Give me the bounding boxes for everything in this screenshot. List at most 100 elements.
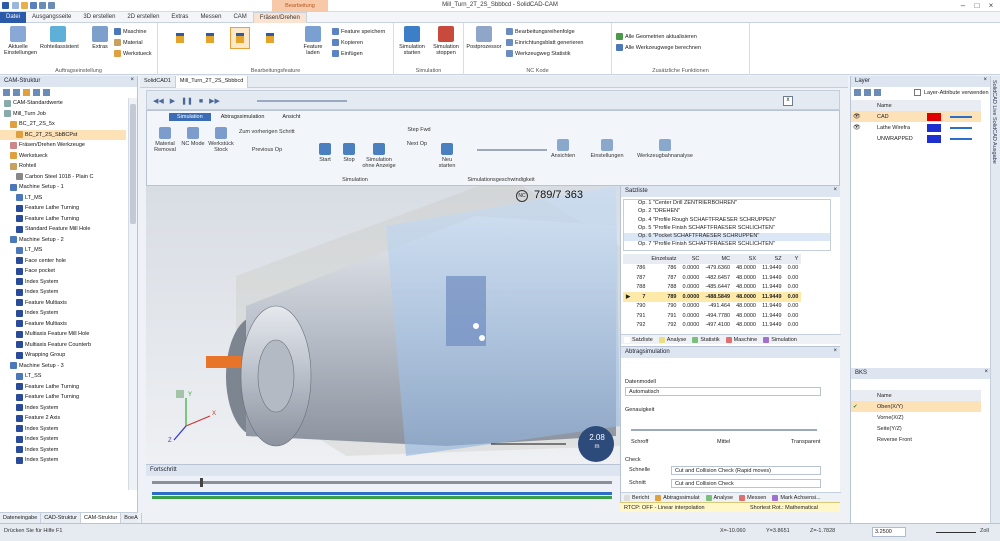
abtrag-tab[interactable]: Analyse: [703, 494, 737, 502]
tree-item[interactable]: Mill_Turn Job: [0, 109, 126, 120]
progress-track[interactable]: [152, 481, 612, 484]
table-row[interactable]: ▶ 7 789 0.0000 -488.5849 48.0000 11.9449 0.00: [623, 292, 802, 302]
table-row[interactable]: 788 788 0.0000 -485.6447 48.0000 11.9449 0.00: [623, 283, 801, 293]
tab-datei[interactable]: Datei: [0, 11, 27, 23]
tab-2d-erstellen[interactable]: 2D erstellen: [121, 12, 165, 23]
table-row[interactable]: 791 791 0.0000 -494.7780 48.0000 11.9449 0.00: [623, 311, 801, 321]
tree-item[interactable]: LT_MS: [0, 245, 126, 256]
pause-icon[interactable]: ❚❚: [181, 97, 193, 105]
material-removal-button[interactable]: Material Removal: [151, 127, 179, 153]
operation-item[interactable]: Op. 2 "DREHEN": [624, 208, 830, 216]
schnelle-select[interactable]: Cut and Collision Check (Rapid moves): [671, 466, 821, 475]
einfuegen-button[interactable]: Einfügen: [332, 50, 363, 57]
postprozessor-button[interactable]: Postprozessor: [466, 26, 502, 50]
tree-item[interactable]: Carbon Steel 1018 - Plain C: [0, 172, 126, 183]
tree-item[interactable]: Index System: [0, 424, 126, 435]
tree-item[interactable]: Index System: [0, 308, 126, 319]
nc-mode-button[interactable]: NC Mode: [179, 127, 207, 147]
stop-button[interactable]: Stop: [339, 143, 359, 163]
feature-tool-2[interactable]: [200, 27, 220, 49]
operation-item[interactable]: Op. 5 "Profile Finish SCHAFTFRAESER SCHL…: [624, 225, 830, 233]
tab-cad-struktur[interactable]: CAD-Struktur: [41, 513, 81, 523]
satz-tab[interactable]: Satzliste: [621, 336, 656, 344]
tree-item[interactable]: Fräsen/Drehen Werkzeuge: [0, 140, 126, 151]
tree-item[interactable]: BC_2T_2S_5x: [0, 119, 126, 130]
tree-item[interactable]: Feature Lathe Turning: [0, 214, 126, 225]
bks-row[interactable]: Seite(Y/Z): [851, 423, 981, 434]
layer-delete-icon[interactable]: [864, 89, 871, 96]
werkzeugbahnanalyse-button[interactable]: Werkzeugbahnanalyse: [635, 139, 695, 159]
tree-item[interactable]: Index System: [0, 403, 126, 414]
feature-laden-button[interactable]: Feature laden: [300, 26, 326, 56]
zoom-input[interactable]: 3.2500: [872, 527, 906, 537]
abtrag-tab[interactable]: Messen: [736, 494, 769, 502]
feature-tool-1[interactable]: [170, 27, 190, 49]
bks-row[interactable]: Vorne(X/Z): [851, 412, 981, 423]
tab-fraesen-drehen[interactable]: Fräsen/Drehen: [252, 11, 307, 23]
sim-ohne-anzeige-button[interactable]: Simulation ohne Anzeige: [361, 143, 397, 169]
speed-slider[interactable]: [257, 100, 347, 102]
tree-item[interactable]: Face pocket: [0, 266, 126, 277]
start-button[interactable]: Start: [315, 143, 335, 163]
close-icon[interactable]: ×: [983, 77, 987, 83]
layer-new-icon[interactable]: [854, 89, 861, 96]
feature-speichern-button[interactable]: Feature speichern: [332, 28, 385, 35]
feature-tool-4[interactable]: [260, 27, 280, 49]
abtrag-tab[interactable]: Bericht: [621, 494, 652, 502]
layer-color[interactable]: [925, 111, 948, 122]
progress-marker[interactable]: [200, 478, 203, 487]
move-down-icon[interactable]: [43, 89, 50, 96]
doc-tab-mill-turn[interactable]: Mill_Turn_2T_2S_Sbbbcd: [175, 75, 249, 88]
3d-viewport[interactable]: NC 789/7 363 2.08 m X Y Z: [146, 186, 620, 464]
tree-item[interactable]: Rohteil: [0, 161, 126, 172]
tree-item[interactable]: Machine Setup - 1: [0, 182, 126, 193]
layer-props-icon[interactable]: [874, 89, 881, 96]
datenmodell-select[interactable]: Automatisch: [625, 387, 821, 396]
abtrag-tab[interactable]: Mark Achsensi...: [769, 494, 823, 502]
tab-cam[interactable]: CAM: [227, 12, 252, 23]
previous-op-button[interactable]: Previous Op: [247, 147, 287, 153]
schnitt-select[interactable]: Cut and Collision Check: [671, 479, 821, 488]
tab-dateneingabe[interactable]: Dateneingabe: [0, 513, 42, 523]
tree-item[interactable]: Feature 2 Axis: [0, 413, 126, 424]
maximize-icon[interactable]: □: [972, 1, 982, 10]
expand-icon[interactable]: [3, 89, 10, 96]
visibility-icon[interactable]: 👁: [851, 111, 875, 122]
tab-boea[interactable]: BoeA: [121, 513, 142, 523]
material-button[interactable]: Material: [114, 39, 143, 46]
tree-item[interactable]: Face center hole: [0, 256, 126, 267]
neu-starten-button[interactable]: Neu starten: [435, 143, 459, 169]
extras-button[interactable]: Extras: [88, 26, 112, 50]
tree-item[interactable]: Index System: [0, 455, 126, 466]
forward-icon[interactable]: ▶▶: [209, 97, 220, 105]
tree-item[interactable]: Standard Feature Mill Hole: [0, 224, 126, 235]
genauigkeit-slider[interactable]: [631, 429, 817, 431]
operation-item[interactable]: Op. 1 "Center Drill ZENTRIERBOHREN": [624, 200, 830, 208]
tree-item[interactable]: Werkstueck: [0, 151, 126, 162]
werkstueck-button[interactable]: Werkstueck: [114, 50, 152, 57]
aktuelle-einstellungen-button[interactable]: Aktuelle Einstellungen: [4, 26, 37, 56]
einstellungen-button[interactable]: Einstellungen: [581, 139, 633, 159]
close-icon[interactable]: ×: [833, 187, 837, 193]
werkzeugweg-statistik-button[interactable]: Werkzeugweg Statistik: [506, 50, 571, 57]
tree-item[interactable]: Index System: [0, 445, 126, 456]
tree-item[interactable]: Feature Multiaxis: [0, 319, 126, 330]
simulation-stoppen-button[interactable]: Simulation stoppen: [430, 26, 462, 56]
layer-row[interactable]: UNWRAPPED: [851, 133, 981, 144]
tab-ansicht[interactable]: Ansicht: [274, 113, 308, 121]
doc-tab-solidcad1[interactable]: SolidCAD1: [140, 75, 176, 88]
satz-tab[interactable]: Statistik: [689, 336, 722, 344]
kopieren-button[interactable]: Kopieren: [332, 39, 363, 46]
tree-item[interactable]: LT_SS: [0, 371, 126, 382]
stop-icon[interactable]: ■: [199, 98, 203, 105]
layer-row[interactable]: 👁 CAD: [851, 111, 981, 122]
tab-abtragssimulation[interactable]: Abtragssimulation: [213, 113, 273, 121]
tree-item[interactable]: Machine Setup - 3: [0, 361, 126, 372]
einrichtungsblatt-button[interactable]: Einrichtungsblatt generieren: [506, 39, 584, 46]
table-row[interactable]: 787 787 0.0000 -482.6457 48.0000 11.9449 0.00: [623, 273, 801, 283]
simulation-starten-button[interactable]: Simulation starten: [396, 26, 428, 56]
close-icon[interactable]: ×: [833, 348, 837, 354]
zoom-slider[interactable]: [936, 532, 976, 533]
tree-item[interactable]: BC_2T_2S_SbBCPst: [0, 129, 126, 140]
satz-tab[interactable]: Simulation: [760, 336, 800, 344]
